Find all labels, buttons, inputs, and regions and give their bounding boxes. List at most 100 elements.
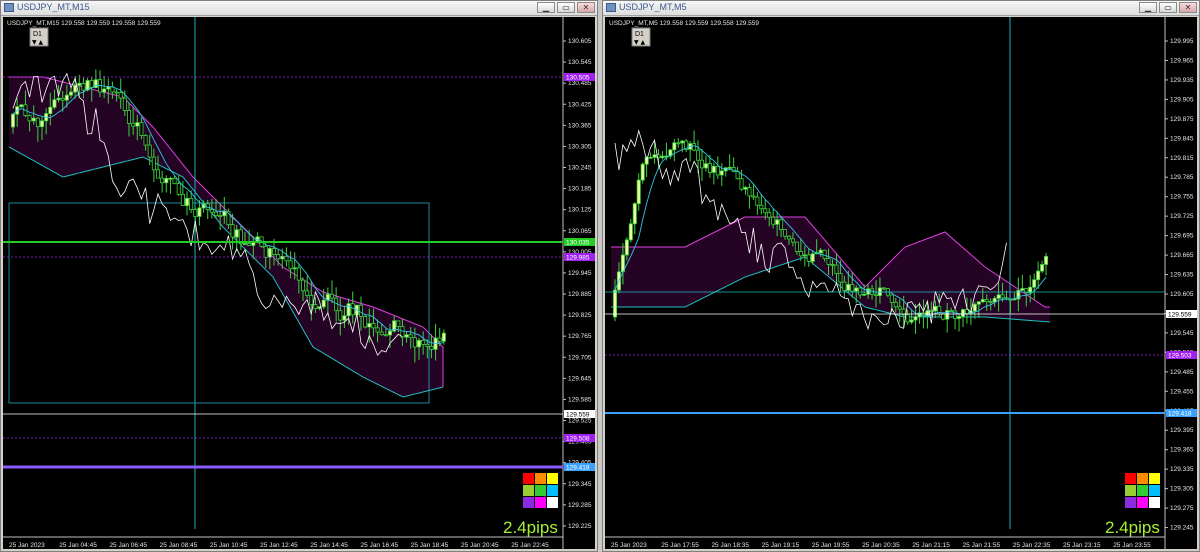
chart-canvas[interactable]: USDJPY_MT,M5 129.558 129.559 129.558 129… [605, 17, 1197, 549]
candle-body [1036, 270, 1041, 281]
y-tick-label: 129.395 [1170, 427, 1194, 434]
candle-body [102, 88, 107, 93]
x-tick-label: 25 Jan 17:55 [661, 542, 699, 549]
candle-body [624, 239, 629, 256]
candle-body [703, 163, 708, 169]
candle-body [106, 86, 111, 90]
chart-window-m5[interactable]: USDJPY_MT,M5 ▁ ▭ ✕ USDJPY_MT,M5 129.558 … [602, 0, 1200, 552]
y-tick-label: 130.185 [568, 186, 592, 193]
candle-body [858, 287, 863, 296]
minimize-button[interactable]: ▁ [1139, 2, 1157, 13]
candle-body [155, 169, 160, 179]
y-tick-label: 129.935 [1170, 77, 1194, 84]
candle-body [759, 204, 764, 210]
y-tick-label: 130.305 [568, 143, 592, 150]
candle-body [176, 183, 181, 195]
candle-body [321, 299, 326, 308]
y-tick-label: 130.605 [568, 38, 592, 45]
candle-body [197, 207, 202, 217]
candle-body [941, 313, 946, 320]
color-swatch [1125, 485, 1136, 496]
y-tick-label: 129.225 [568, 523, 592, 530]
candle-body [218, 215, 223, 217]
candle-body [412, 337, 417, 348]
candle-body [329, 293, 334, 299]
y-tick-label: 129.755 [1170, 194, 1194, 201]
candle-body [806, 254, 811, 262]
price-chart[interactable]: USDJPY_MT,M5 129.558 129.559 129.558 129… [605, 17, 1197, 549]
y-tick-label: 129.875 [1170, 116, 1194, 123]
candle-body [628, 223, 633, 241]
candle-body [342, 315, 347, 321]
x-tick-label: 25 Jan 23:15 [1063, 542, 1101, 549]
candle-body [1000, 294, 1005, 299]
window-titlebar[interactable]: USDJPY_MT,M5 ▁ ▭ ✕ [603, 1, 1199, 16]
y-tick-label: 129.275 [1170, 505, 1194, 512]
window-titlebar[interactable]: USDJPY_MT,M15 ▁ ▭ ✕ [1, 1, 597, 16]
candle-body [727, 166, 732, 169]
x-tick-label: 25 Jan 19:15 [762, 542, 800, 549]
x-tick-label: 25 Jan 14:45 [310, 542, 348, 549]
candle-body [189, 197, 194, 211]
candle-body [371, 323, 376, 329]
x-tick-label: 25 Jan 2023 [9, 542, 45, 549]
candle-body [383, 334, 388, 337]
candle-body [404, 334, 409, 338]
candle-body [1044, 256, 1049, 265]
x-tick-label: 25 Jan 21:15 [912, 542, 950, 549]
candle-body [60, 97, 65, 101]
candle-body [89, 80, 94, 88]
chart-canvas[interactable]: USDJPY_MT,M15 129.558 129.559 129.558 12… [3, 17, 595, 549]
y-tick-label: 129.815 [1170, 155, 1194, 162]
x-tick-label: 25 Jan 23:55 [1113, 542, 1151, 549]
y-tick-label: 130.545 [568, 59, 592, 66]
price-chart[interactable]: USDJPY_MT,M15 129.558 129.559 129.558 12… [3, 17, 595, 549]
candle-body [77, 82, 82, 86]
y-tick-label: 129.525 [568, 418, 592, 425]
price-tag-label: 130.505 [566, 75, 590, 82]
y-tick-label: 130.125 [568, 207, 592, 214]
candle-body [309, 294, 314, 306]
candle-body [40, 120, 45, 128]
candle-body [648, 156, 653, 159]
color-swatch [1125, 473, 1136, 484]
y-tick-label: 129.455 [1170, 388, 1194, 395]
minimize-button[interactable]: ▁ [537, 2, 555, 13]
ichimoku-cloud [9, 77, 443, 397]
candle-body [10, 113, 15, 128]
x-tick-label: 25 Jan 21:55 [963, 542, 1001, 549]
maximize-button[interactable]: ▭ [1159, 2, 1177, 13]
candle-body [933, 305, 938, 312]
candle-body [247, 243, 252, 246]
candle-body [350, 303, 355, 316]
candle-body [379, 331, 384, 336]
candle-body [960, 309, 965, 317]
close-button[interactable]: ✕ [577, 2, 595, 13]
triangle-down-icon: ▼ ▲ [634, 39, 646, 46]
candle-body [213, 211, 218, 216]
maximize-button[interactable]: ▭ [557, 2, 575, 13]
candle-body [122, 97, 127, 111]
candle-body [711, 165, 716, 173]
color-swatch [547, 497, 558, 508]
candle-body [271, 248, 276, 255]
period-label: D1 [635, 31, 644, 38]
y-tick-label: 129.485 [1170, 369, 1194, 376]
x-tick-label: 25 Jan 08:45 [160, 542, 198, 549]
candle-body [242, 243, 247, 245]
chart-window-m15[interactable]: USDJPY_MT,M15 ▁ ▭ ✕ USDJPY_MT,M15 129.55… [0, 0, 598, 552]
candle-body [139, 122, 144, 136]
price-tag-label: 129.559 [1168, 312, 1192, 319]
symbol-info: USDJPY_MT,M5 129.558 129.559 129.558 129… [609, 20, 759, 27]
price-tag-label: 129.418 [1168, 411, 1192, 418]
candle-body [160, 177, 165, 184]
candle-body [696, 149, 701, 161]
candle-body [73, 84, 78, 93]
candle-body [367, 323, 372, 328]
candle-body [743, 187, 748, 190]
y-tick-label: 129.365 [1170, 447, 1194, 454]
close-button[interactable]: ✕ [1179, 2, 1197, 13]
x-tick-label: 25 Jan 18:45 [411, 542, 449, 549]
y-tick-label: 129.585 [568, 396, 592, 403]
candle-body [300, 279, 305, 292]
